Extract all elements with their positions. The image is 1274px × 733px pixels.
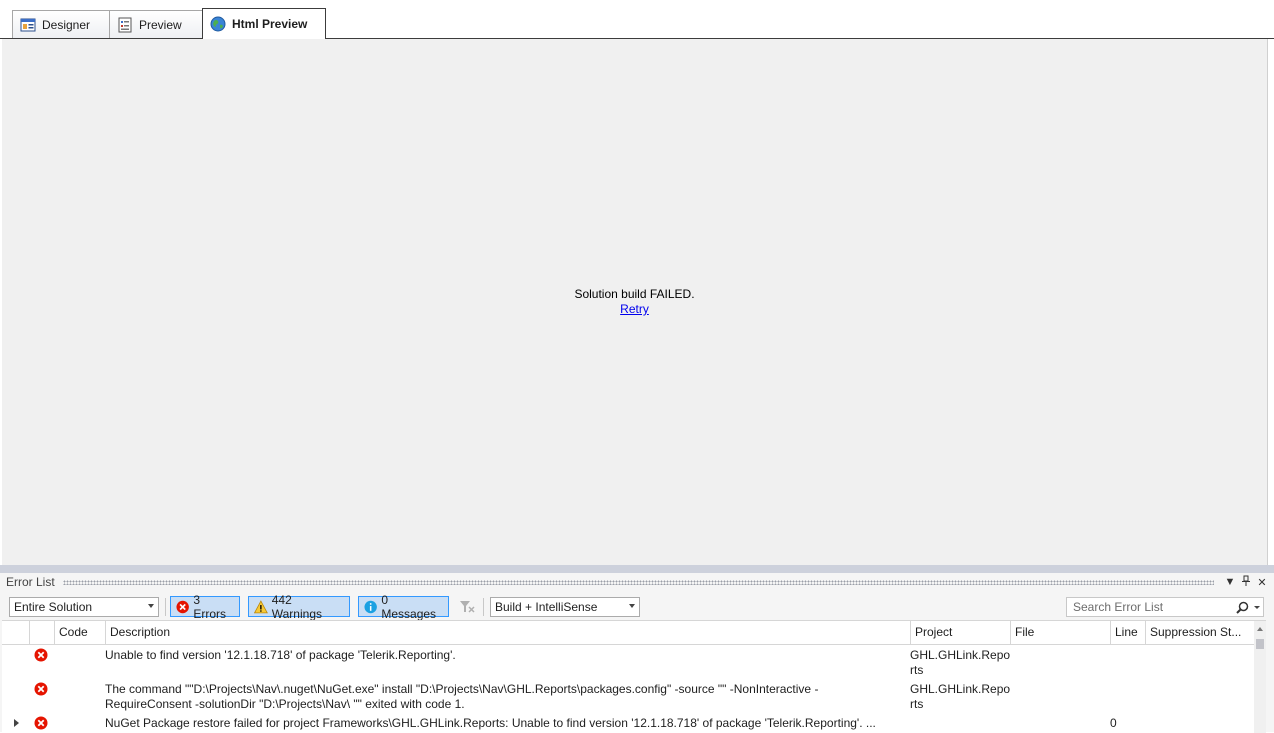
column-header-description[interactable]: Description bbox=[105, 621, 910, 644]
error-icon bbox=[34, 648, 48, 662]
error-icon bbox=[176, 600, 189, 613]
grid-header: Code Description Project File Line Suppr… bbox=[2, 621, 1266, 645]
error-project: GHL.GHLink.Repo rts bbox=[910, 648, 1010, 678]
clear-filter-icon[interactable] bbox=[458, 598, 476, 616]
expand-row-icon[interactable] bbox=[14, 719, 19, 727]
search-icon[interactable] bbox=[1236, 601, 1249, 614]
chevron-down-icon bbox=[629, 604, 635, 608]
tab-label: Html Preview bbox=[232, 17, 308, 31]
column-header-file[interactable]: File bbox=[1010, 621, 1110, 644]
tab-label: Designer bbox=[42, 17, 91, 32]
error-list-toolbar: Entire Solution 3 Errors 442 Warnings 0 … bbox=[0, 593, 1274, 621]
project-line: GHL.GHLink.Repo bbox=[910, 648, 1011, 662]
vertical-scrollbar[interactable] bbox=[1254, 621, 1266, 733]
document-tab-bar: Designer Preview Html Preview bbox=[0, 0, 1274, 39]
warnings-filter-button[interactable]: 442 Warnings bbox=[248, 593, 350, 621]
panel-splitter[interactable] bbox=[0, 565, 1274, 573]
column-header-state[interactable] bbox=[29, 621, 54, 644]
errors-filter-button[interactable]: 3 Errors bbox=[170, 593, 240, 621]
build-source-select[interactable]: Build + IntelliSense bbox=[490, 597, 640, 617]
chevron-down-icon[interactable] bbox=[1254, 606, 1260, 609]
table-row[interactable]: Unable to find version '12.1.18.718' of … bbox=[2, 645, 1254, 679]
tab-preview[interactable]: Preview bbox=[109, 10, 203, 38]
search-error-list[interactable] bbox=[1066, 597, 1264, 617]
build-source-value: Build + IntelliSense bbox=[495, 600, 598, 614]
description-line: RequireConsent -solutionDir "D:\Projects… bbox=[105, 697, 465, 711]
error-list-title: Error List bbox=[6, 575, 55, 589]
globe-icon bbox=[210, 16, 226, 32]
warnings-count-label: 442 Warnings bbox=[271, 592, 322, 621]
tab-html-preview[interactable]: Html Preview bbox=[202, 8, 326, 39]
designer-icon bbox=[20, 18, 36, 31]
errors-count-label: 3 Errors bbox=[193, 592, 227, 621]
preview-icon bbox=[118, 17, 132, 32]
scroll-up-icon[interactable] bbox=[1257, 627, 1263, 631]
messages-count-label: 0 Messages bbox=[381, 592, 437, 621]
column-header-project[interactable]: Project bbox=[910, 621, 1010, 644]
error-icon bbox=[34, 716, 48, 730]
table-row[interactable]: NuGet Package restore failed for project… bbox=[2, 713, 1254, 733]
warning-icon bbox=[254, 599, 268, 613]
dropdown-arrow-icon[interactable]: ▼ bbox=[1222, 576, 1238, 588]
error-description: NuGet Package restore failed for project… bbox=[105, 716, 876, 730]
error-list-titlebar: Error List ▼ ✕ bbox=[0, 573, 1274, 591]
right-edge-strip bbox=[1268, 39, 1274, 565]
column-header-suppression-state[interactable]: Suppression St... bbox=[1145, 621, 1254, 644]
html-preview-surface: Solution build FAILED. Retry bbox=[2, 39, 1268, 565]
project-line: rts bbox=[910, 697, 924, 711]
error-description: The command ""D:\Projects\Nav\.nuget\NuG… bbox=[105, 682, 905, 712]
chevron-down-icon bbox=[148, 604, 154, 608]
toolbar-separator bbox=[165, 598, 166, 616]
scope-value: Entire Solution bbox=[14, 600, 93, 614]
close-icon[interactable]: ✕ bbox=[1254, 576, 1270, 589]
titlebar-grip[interactable] bbox=[62, 579, 1214, 585]
column-header-code[interactable]: Code bbox=[54, 621, 105, 644]
build-status-message: Solution build FAILED. bbox=[574, 287, 695, 301]
retry-link[interactable]: Retry bbox=[620, 302, 649, 316]
messages-filter-button[interactable]: 0 Messages bbox=[358, 593, 449, 621]
error-line-number: 0 bbox=[1110, 716, 1117, 730]
error-list-grid: Code Description Project File Line Suppr… bbox=[2, 620, 1266, 733]
tab-designer[interactable]: Designer bbox=[12, 10, 110, 38]
description-line: The command ""D:\Projects\Nav\.nuget\NuG… bbox=[105, 682, 819, 696]
scrollbar-thumb[interactable] bbox=[1256, 639, 1264, 649]
error-list-panel: Error List ▼ ✕ Entire Solution 3 Errors bbox=[0, 573, 1274, 733]
info-icon bbox=[364, 600, 377, 613]
error-icon bbox=[34, 682, 48, 696]
tab-label: Preview bbox=[139, 17, 182, 32]
scope-select[interactable]: Entire Solution bbox=[9, 597, 159, 617]
project-line: GHL.GHLink.Repo bbox=[910, 682, 1011, 696]
search-input[interactable] bbox=[1071, 599, 1235, 615]
table-row[interactable]: The command ""D:\Projects\Nav\.nuget\NuG… bbox=[2, 679, 1254, 713]
project-line: rts bbox=[910, 663, 924, 677]
retry-link-container: Retry bbox=[2, 302, 1267, 316]
error-project: GHL.GHLink.Repo rts bbox=[910, 682, 1010, 712]
error-description: Unable to find version '12.1.18.718' of … bbox=[105, 648, 456, 662]
pin-icon[interactable] bbox=[1238, 575, 1254, 590]
toolbar-separator bbox=[483, 598, 484, 616]
column-header-line[interactable]: Line bbox=[1110, 621, 1145, 644]
